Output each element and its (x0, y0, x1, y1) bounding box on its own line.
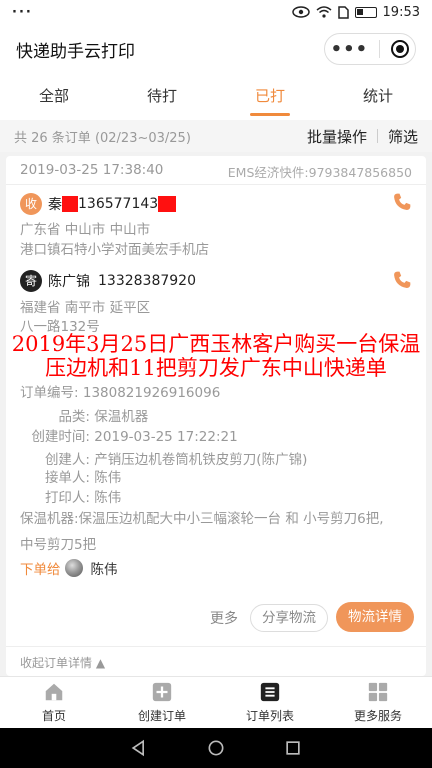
order-card: 2019-03-25 17:38:40 EMS经济快件:979384785685… (6, 156, 426, 676)
more-button[interactable]: 更多 (210, 608, 238, 628)
printer-row: 打印人: 陈伟 (20, 486, 121, 506)
home-circle-icon[interactable] (206, 738, 226, 758)
filter-button[interactable]: 筛选 (388, 126, 418, 147)
sender-phone: 13328387920 (98, 273, 196, 289)
sender-badge: 寄 (20, 270, 42, 292)
receiver-name-phone: 秦 136577143 (48, 194, 177, 214)
tab-all[interactable]: 全部 (0, 74, 108, 120)
created-time-row: 创建时间: 2019-03-25 17:22:21 (20, 425, 238, 445)
back-icon[interactable] (129, 738, 149, 758)
status-bar-dots: ··· (12, 4, 33, 20)
app-title: 快递助手云打印 (16, 41, 135, 62)
avatar (64, 559, 83, 577)
receiver-badge: 收 (20, 193, 42, 215)
order-summary-bar: 共 26 条订单 (02/23~03/25) 批量操作 筛选 (0, 120, 432, 152)
summary-divider (376, 129, 378, 143)
express-number: EMS经济快件:9793847856850 (227, 165, 412, 180)
nav-home-label: 首页 (41, 709, 66, 723)
receiver-person-label: 接单人: (44, 470, 90, 486)
order-number-label: 订单编号: (20, 385, 79, 401)
status-bar: ··· 19:53 (0, 0, 432, 24)
receiver-address-line1: 广东省 中山市 中山市 (20, 222, 151, 238)
created-time-value: 2019-03-25 17:22:21 (94, 429, 238, 445)
category-row: 品类: 保温机器 (20, 405, 148, 425)
call-sender-icon[interactable] (392, 270, 412, 290)
tab-printed[interactable]: 已打 (216, 74, 324, 120)
system-navigation-bar (0, 728, 432, 768)
more-options-icon[interactable]: ••• (331, 39, 369, 60)
add-icon (152, 682, 172, 702)
miniprogram-capsule: ••• (324, 33, 416, 65)
nav-home[interactable]: 首页 (0, 677, 108, 728)
collapse-order-details-button[interactable]: 收起订单详情 ▲ (20, 654, 105, 671)
goods-description-line1: 保温机器:保温压边机配大中小三幅滚轮一台 和 小号剪刀6把, (20, 511, 384, 527)
eye-icon (291, 6, 310, 18)
redaction-block (62, 196, 78, 212)
batch-operation-button[interactable]: 批量操作 (307, 126, 367, 147)
sender-name-phone: 陈广锦 13328387920 (48, 271, 196, 291)
category-value: 保温机器 (94, 409, 149, 425)
receiver-surname: 秦 (48, 197, 62, 213)
list-icon (260, 682, 280, 702)
assigned-to-label: 下单给 (20, 562, 61, 578)
status-bar-right: 19:53 (291, 4, 420, 20)
nav-more-services[interactable]: 更多服务 (324, 677, 432, 728)
bottom-navigation: 首页 创建订单 订单列表 更多服务 (0, 676, 432, 728)
redaction-block (158, 196, 177, 212)
tab-pending[interactable]: 待打 (108, 74, 216, 120)
sim-icon (337, 5, 349, 19)
status-time: 19:53 (382, 4, 420, 20)
grid-icon (368, 682, 388, 702)
printer-label: 打印人: (44, 490, 90, 506)
creator-label: 创建人: (44, 452, 90, 468)
wifi-icon (316, 6, 332, 18)
creator-value: 产销压边机卷筒机铁皮剪刀(陈广锦) (94, 452, 308, 468)
overlay-caption-line1: 2019年3月25日广西玉林客户购买一台保温 (11, 332, 421, 356)
card-divider (6, 184, 426, 185)
share-logistics-button[interactable]: 分享物流 (250, 604, 328, 632)
receiver-person-value: 陈伟 (94, 470, 122, 486)
sender-name: 陈广锦 (48, 274, 90, 290)
assigned-to-name: 陈伟 (90, 562, 118, 578)
nav-order-list-label: 订单列表 (245, 709, 294, 723)
summary-actions: 批量操作 筛选 (307, 126, 418, 147)
receiver-address-line2: 港口镇石特小学对面美宏手机店 (20, 242, 209, 258)
close-miniprogram-icon[interactable] (391, 40, 410, 58)
home-icon (45, 683, 63, 701)
capsule-divider (379, 40, 381, 58)
battery-icon (354, 6, 377, 18)
order-count: 共 26 条订单 (02/23~03/25) (14, 130, 191, 146)
order-time: 2019-03-25 17:38:40 (20, 162, 164, 178)
title-bar: 快递助手云打印 ••• (0, 24, 432, 74)
printer-value: 陈伟 (94, 490, 122, 506)
receiver-phone: 136577143 (78, 196, 159, 212)
goods-description-line2: 中号剪刀5把 (20, 537, 97, 553)
logistics-detail-button[interactable]: 物流详情 (336, 602, 414, 632)
nav-create-order[interactable]: 创建订单 (108, 677, 216, 728)
receiver-person-row: 接单人: 陈伟 (20, 466, 121, 486)
recents-square-icon[interactable] (283, 738, 303, 758)
category-label: 品类: (58, 409, 90, 425)
order-number: 1380821926916096 (82, 385, 221, 401)
call-receiver-icon[interactable] (392, 192, 412, 212)
nav-more-services-label: 更多服务 (353, 709, 402, 723)
card-divider (6, 646, 426, 647)
order-number-row: 订单编号: 1380821926916096 (20, 381, 220, 401)
created-time-label: 创建时间: (31, 429, 90, 445)
overlay-caption-line2: 压边机和11把剪刀发广东中山快递单 (45, 356, 387, 380)
goods-description: 保温机器:保温压边机配大中小三幅滚轮一台 和 小号剪刀6把, 中号剪刀5把 (20, 506, 410, 558)
tab-statistics[interactable]: 统计 (324, 74, 432, 120)
assigned-to-row: 下单给 陈伟 (20, 558, 118, 578)
creator-row: 创建人: 产销压边机卷筒机铁皮剪刀(陈广锦) (20, 448, 307, 468)
nav-create-order-label: 创建订单 (137, 709, 186, 723)
order-tabs: 全部 待打 已打 统计 (0, 74, 432, 120)
overlay-caption: 2019年3月25日广西玉林客户购买一台保温 压边机和11把剪刀发广东中山快递单 (6, 332, 426, 380)
sender-address-line1: 福建省 南平市 延平区 (20, 300, 151, 316)
nav-order-list[interactable]: 订单列表 (216, 677, 324, 728)
